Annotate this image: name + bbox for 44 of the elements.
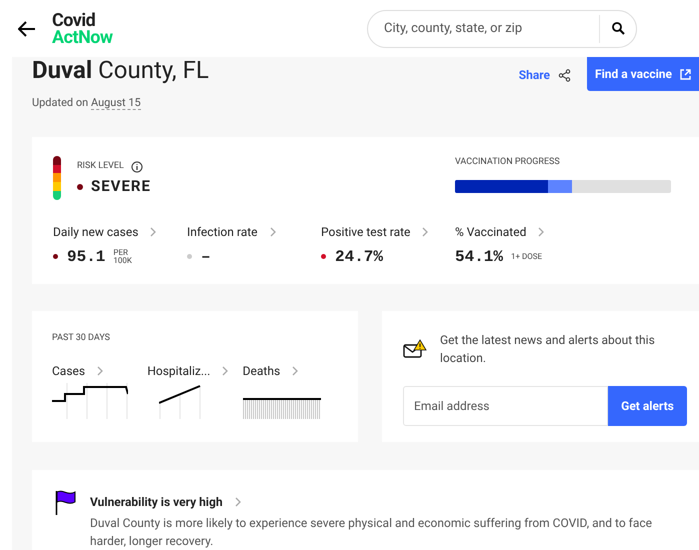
chevron-icon xyxy=(538,226,546,237)
vaccination-progress-label: VACCINATION PROGRESS xyxy=(455,156,561,169)
back-arrow-icon[interactable] xyxy=(18,20,36,36)
vulnerability-link[interactable]: Vulnerability is very high xyxy=(90,492,690,512)
risk-meter xyxy=(53,156,61,200)
share-button[interactable]: Share xyxy=(518,65,571,85)
chevron-icon xyxy=(270,226,277,237)
get-alerts-button[interactable]: Get alerts xyxy=(608,386,687,426)
chevron-icon xyxy=(150,226,158,237)
metric-unit: 1+ DOSE xyxy=(511,252,542,261)
metric-link[interactable]: Infection rate xyxy=(187,224,321,240)
find-vaccine-button[interactable]: Find a vaccine xyxy=(587,57,699,91)
chevron-icon xyxy=(222,366,230,376)
chevron-icon xyxy=(97,366,104,376)
metric-value: 24.7% xyxy=(335,246,384,268)
info-icon[interactable] xyxy=(130,160,143,173)
chevron-icon xyxy=(422,226,430,237)
email-field[interactable]: Email address xyxy=(403,386,608,426)
metric-link[interactable]: Daily new cases xyxy=(53,224,187,240)
metric-value: – xyxy=(201,246,211,268)
trend-link[interactable]: Hospitaliz... xyxy=(147,362,243,379)
alerts-text: Get the latest news and alerts about this location. xyxy=(440,332,656,368)
metric-value: 54.1% xyxy=(455,246,504,268)
logo[interactable]: Covid ActNow xyxy=(52,12,113,46)
risk-level-label: RISK LEVEL xyxy=(77,160,124,173)
chevron-icon xyxy=(234,497,242,507)
external-link-icon xyxy=(680,68,691,80)
past-30-days-label: PAST 30 DAYS xyxy=(52,332,112,346)
county-title: Duval County, FL xyxy=(32,58,209,82)
metric-link[interactable]: % Vaccinated xyxy=(455,224,589,240)
metric-value: 95.1 xyxy=(67,246,106,268)
hospitalizations-sparkline xyxy=(159,382,204,419)
search-field[interactable]: City, county, state, or zip xyxy=(367,10,637,48)
updated-text: Updated on August 15 xyxy=(32,95,142,112)
trend-link[interactable]: Cases xyxy=(52,362,148,379)
chevron-icon xyxy=(292,366,300,376)
vulnerability-text: Duval County is more likely to experience severe physical and economic suffering from COVID, and to face harder, longer recovery. xyxy=(90,515,654,550)
share-icon xyxy=(558,68,571,82)
mail-alert-icon xyxy=(403,339,427,360)
risk-level-value: SEVERE xyxy=(91,176,151,198)
search-icon[interactable] xyxy=(612,22,625,35)
metric-link[interactable]: Positive test rate xyxy=(321,224,455,240)
metric-unit: PER 100K xyxy=(113,248,132,265)
trend-link[interactable]: Deaths xyxy=(242,362,338,379)
